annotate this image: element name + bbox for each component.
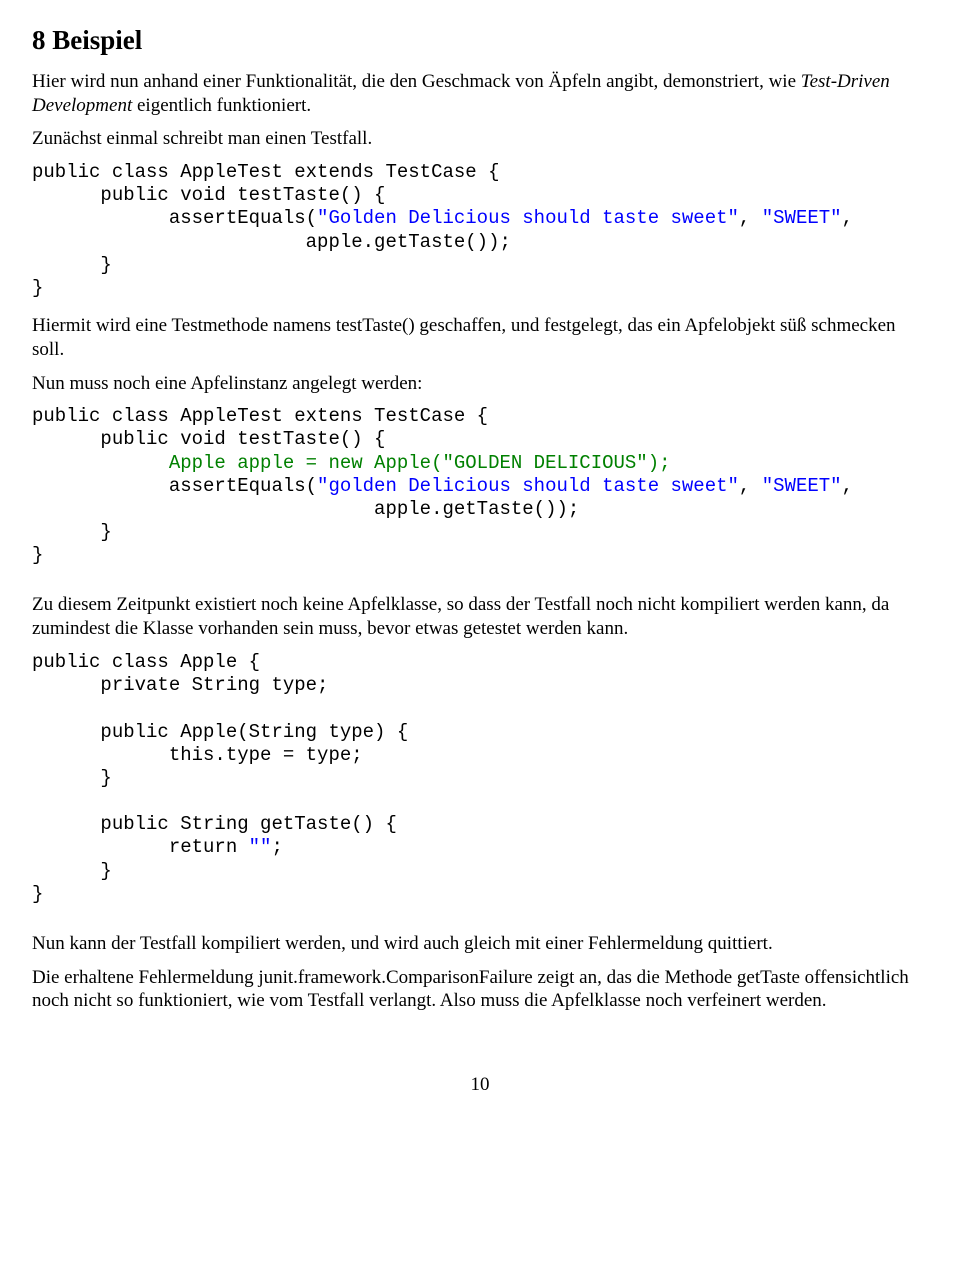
code-line: return [32, 836, 249, 858]
code-line: , [842, 475, 853, 497]
code-line: } [32, 521, 112, 543]
code-line: this.type = type; [32, 744, 363, 766]
code-line: public String getTaste() { [32, 813, 397, 835]
code-line: public class AppleTest extends TestCase … [32, 161, 499, 183]
page-number: 10 [32, 1073, 928, 1097]
code-line: public class AppleTest extens TestCase { [32, 405, 488, 427]
code-block-3: public class Apple { private String type… [32, 651, 928, 906]
code-line: apple.getTaste()); [32, 231, 511, 253]
text-run: Hier wird nun anhand einer Funktionalitä… [32, 71, 801, 92]
code-line: } [32, 883, 43, 905]
code-line: public void testTaste() { [32, 428, 385, 450]
paragraph-hiermit: Hiermit wird eine Testmethode namens tes… [32, 314, 928, 362]
text-run: eigentlich funktioniert. [132, 95, 311, 116]
code-line: } [32, 860, 112, 882]
code-string: "SWEET" [762, 207, 842, 229]
code-line: public class Apple { [32, 651, 260, 673]
code-line: } [32, 544, 43, 566]
paragraph-nun-muss: Nun muss noch eine Apfelinstanz angelegt… [32, 372, 928, 396]
paragraph-nun-kann: Nun kann der Testfall kompiliert werden,… [32, 932, 928, 956]
code-line: ; [271, 836, 282, 858]
paragraph-zeitpunkt: Zu diesem Zeitpunkt existiert noch keine… [32, 593, 928, 641]
code-string: "golden Delicious should taste sweet" [317, 475, 739, 497]
code-line: } [32, 767, 112, 789]
code-line: } [32, 277, 43, 299]
code-string: "" [249, 836, 272, 858]
paragraph-testfall: Zunächst einmal schreibt man einen Testf… [32, 127, 928, 151]
code-line: , [739, 207, 762, 229]
code-line: } [32, 254, 112, 276]
code-line: assertEquals( [32, 475, 317, 497]
code-line: , [842, 207, 853, 229]
code-block-2: public class AppleTest extens TestCase {… [32, 405, 928, 567]
code-line: public void testTaste() { [32, 184, 385, 206]
code-line: public Apple(String type) { [32, 721, 408, 743]
section-heading: 8 Beispiel [32, 24, 928, 58]
code-new-line: Apple apple = new Apple("GOLDEN DELICIOU… [32, 452, 671, 474]
code-string: "Golden Delicious should taste sweet" [317, 207, 739, 229]
paragraph-intro: Hier wird nun anhand einer Funktionalitä… [32, 70, 928, 118]
code-block-1: public class AppleTest extends TestCase … [32, 161, 928, 300]
code-string: "SWEET" [762, 475, 842, 497]
code-line: private String type; [32, 674, 328, 696]
code-line: assertEquals( [32, 207, 317, 229]
code-line: , [739, 475, 762, 497]
code-line: apple.getTaste()); [32, 498, 579, 520]
paragraph-fehlermeldung: Die erhaltene Fehlermeldung junit.framew… [32, 966, 928, 1014]
